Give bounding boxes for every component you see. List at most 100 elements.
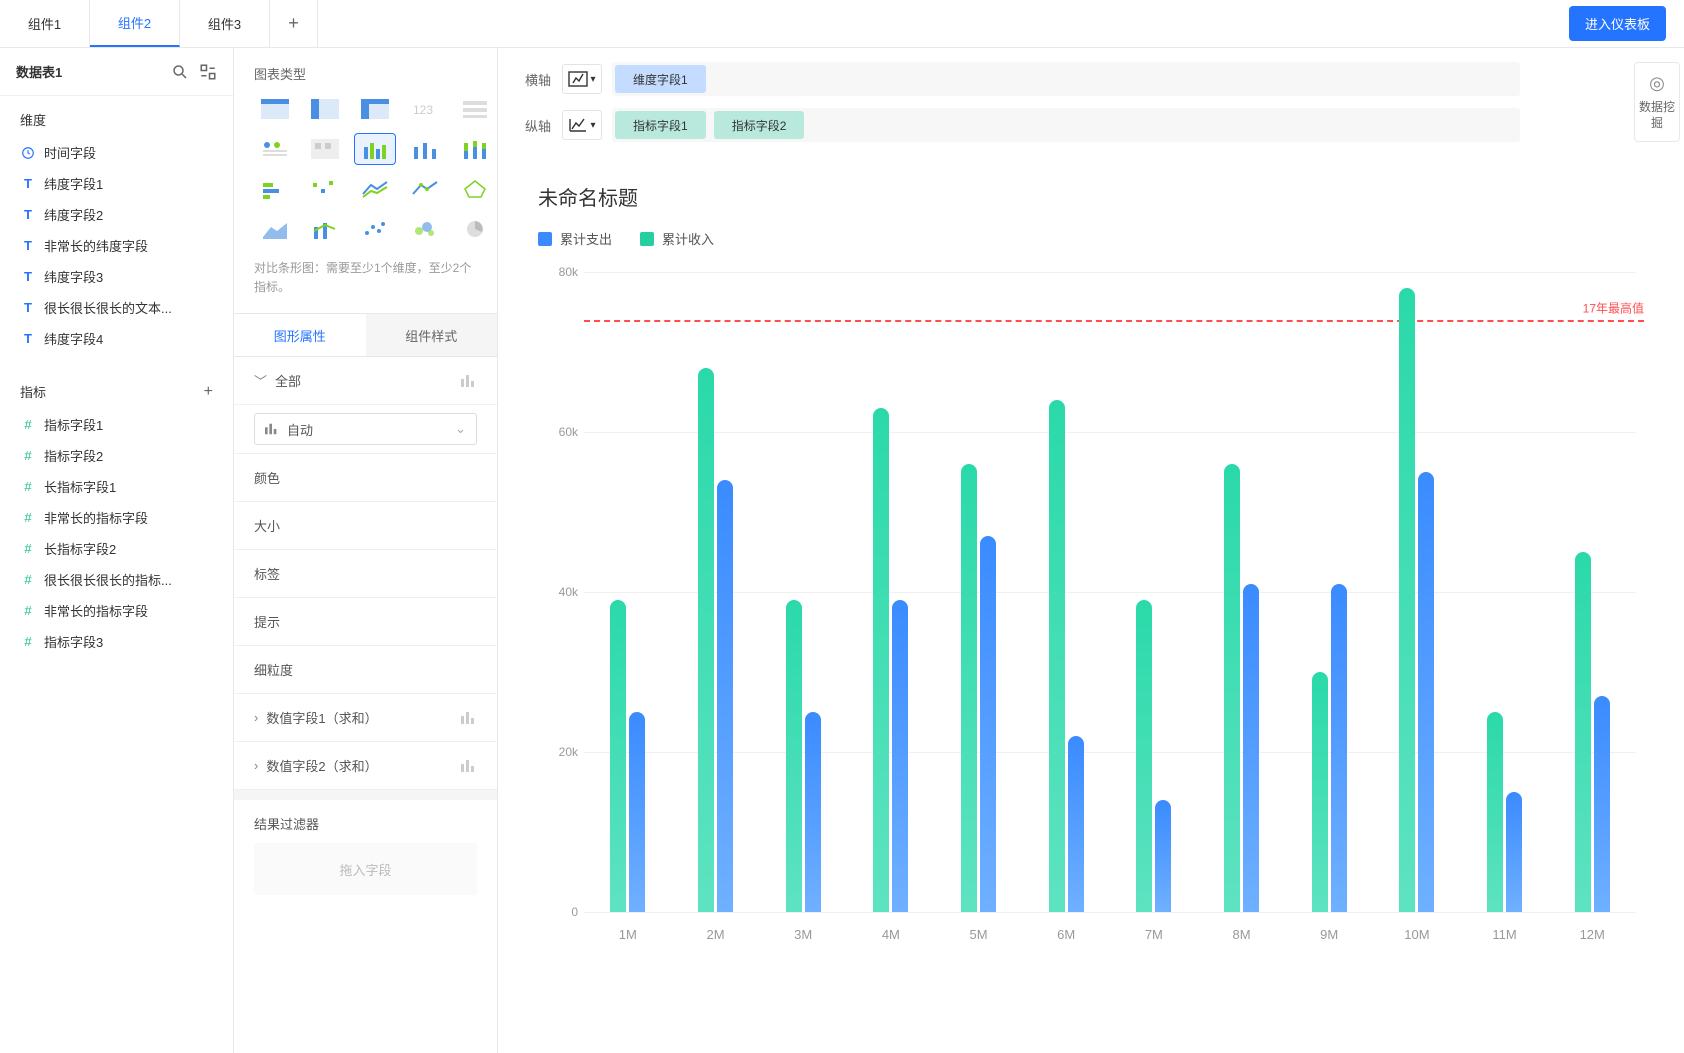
bar[interactable] bbox=[1243, 584, 1259, 912]
dimension-field[interactable]: T纬度字段4 bbox=[8, 323, 225, 354]
chart-type-option[interactable] bbox=[354, 133, 396, 165]
bar[interactable] bbox=[892, 600, 908, 912]
field-label: 纬度字段3 bbox=[44, 267, 103, 286]
bar[interactable] bbox=[1155, 800, 1171, 912]
field-label: 非常长的指标字段 bbox=[44, 508, 148, 527]
prop-all[interactable]: ﹀ 全部 bbox=[234, 357, 497, 405]
chart-type-option[interactable] bbox=[404, 213, 446, 245]
bar[interactable] bbox=[961, 464, 977, 912]
bar[interactable] bbox=[1506, 792, 1522, 912]
dimension-field[interactable]: T很长很长很长的文本... bbox=[8, 292, 225, 323]
prop-row[interactable]: 细粒度 bbox=[234, 646, 497, 694]
chart-type-option[interactable] bbox=[304, 213, 346, 245]
swap-icon[interactable] bbox=[199, 63, 217, 81]
bar[interactable] bbox=[698, 368, 714, 912]
bar[interactable] bbox=[786, 600, 802, 912]
field-label: 非常长的指标字段 bbox=[44, 601, 148, 620]
bar[interactable] bbox=[805, 712, 821, 912]
bar[interactable] bbox=[1418, 472, 1434, 912]
metric-field[interactable]: #很长很长很长的指标... bbox=[8, 564, 225, 595]
chart-type-option[interactable]: 123 bbox=[404, 93, 446, 125]
chart-type-option[interactable] bbox=[404, 173, 446, 205]
prop-all-label: 全部 bbox=[275, 371, 301, 390]
prop-row[interactable]: 颜色 bbox=[234, 454, 497, 502]
add-metric-icon[interactable]: + bbox=[204, 383, 213, 401]
dimension-field[interactable]: T非常长的纬度字段 bbox=[8, 230, 225, 261]
bar[interactable] bbox=[1224, 464, 1240, 912]
dimension-field[interactable]: T纬度字段1 bbox=[8, 168, 225, 199]
bar[interactable] bbox=[1594, 696, 1610, 912]
tab-add[interactable]: + bbox=[270, 0, 318, 47]
data-mining-button[interactable]: ◎ 数据挖掘 bbox=[1634, 62, 1680, 142]
enter-dashboard-button[interactable]: 进入仪表板 bbox=[1569, 6, 1666, 41]
metric-field[interactable]: #指标字段3 bbox=[8, 626, 225, 657]
tab-component-2[interactable]: 组件2 bbox=[90, 0, 180, 47]
data-panel: 数据表1 维度 时间字段T纬度字段1T纬度字段2T非常长的纬度字段T纬度字段3T… bbox=[0, 48, 234, 1053]
chart-type-option[interactable] bbox=[254, 173, 296, 205]
chart-type-option[interactable] bbox=[454, 93, 496, 125]
bar[interactable] bbox=[1068, 736, 1084, 912]
bar[interactable] bbox=[1136, 600, 1152, 912]
x-axis-chip[interactable]: 维度字段1 bbox=[615, 65, 706, 93]
bar[interactable] bbox=[1312, 672, 1328, 912]
tab-component-style[interactable]: 组件样式 bbox=[366, 314, 498, 356]
legend-item-2[interactable]: 累计收入 bbox=[640, 229, 714, 248]
bar[interactable] bbox=[1487, 712, 1503, 912]
chart-type-option[interactable] bbox=[454, 133, 496, 165]
auto-select-row: 自动 ⌄ bbox=[234, 405, 497, 454]
bar[interactable] bbox=[717, 480, 733, 912]
chart-type-option[interactable] bbox=[304, 133, 346, 165]
text-icon: T bbox=[20, 176, 36, 192]
dimension-field[interactable]: T 纬度字段3 bbox=[8, 261, 225, 292]
metric-field[interactable]: #长指标字段2 bbox=[8, 533, 225, 564]
chart-type-option[interactable] bbox=[254, 93, 296, 125]
chart-type-option[interactable] bbox=[354, 173, 396, 205]
numeric-field-row[interactable]: ›数值字段2（求和） bbox=[234, 742, 497, 790]
bar[interactable] bbox=[1331, 584, 1347, 912]
chart-type-option[interactable] bbox=[354, 213, 396, 245]
bar[interactable] bbox=[1049, 400, 1065, 912]
x-axis-dropzone[interactable]: 维度字段1 bbox=[612, 62, 1520, 96]
prop-row[interactable]: 标签 bbox=[234, 550, 497, 598]
chart-type-option[interactable] bbox=[354, 93, 396, 125]
chart-type-option[interactable] bbox=[254, 133, 296, 165]
x-axis-label: 横轴 bbox=[514, 70, 562, 89]
chart-type-option[interactable] bbox=[404, 133, 446, 165]
tab-component-1[interactable]: 组件1 bbox=[0, 0, 90, 47]
prop-row[interactable]: 大小 bbox=[234, 502, 497, 550]
filter-dropzone[interactable]: 拖入字段 bbox=[254, 843, 477, 895]
metric-field[interactable]: #长指标字段1 bbox=[8, 471, 225, 502]
x-tick-label: 4M bbox=[847, 927, 935, 942]
metric-field[interactable]: #指标字段1 bbox=[8, 409, 225, 440]
prop-row[interactable]: 提示 bbox=[234, 598, 497, 646]
metric-field[interactable]: #非常长的指标字段 bbox=[8, 595, 225, 626]
bar[interactable] bbox=[1575, 552, 1591, 912]
dimension-field[interactable]: T纬度字段2 bbox=[8, 199, 225, 230]
bar[interactable] bbox=[610, 600, 626, 912]
chart-type-option[interactable] bbox=[304, 173, 346, 205]
y-axis-chip-2[interactable]: 指标字段2 bbox=[714, 111, 805, 139]
x-axis-type-icon[interactable]: ▾ bbox=[562, 64, 602, 94]
chart-type-option[interactable] bbox=[454, 213, 496, 245]
y-axis-dropzone[interactable]: 指标字段1 指标字段2 bbox=[612, 108, 1520, 142]
bar[interactable] bbox=[1399, 288, 1415, 912]
tab-component-3[interactable]: 组件3 bbox=[180, 0, 270, 47]
auto-select[interactable]: 自动 ⌄ bbox=[254, 413, 477, 445]
chart-type-option[interactable] bbox=[454, 173, 496, 205]
y-axis-type-icon[interactable]: ▾ bbox=[562, 110, 602, 140]
tab-graphic-props[interactable]: 图形属性 bbox=[234, 314, 366, 356]
chart-type-option[interactable] bbox=[254, 213, 296, 245]
numeric-field-row[interactable]: ›数值字段1（求和） bbox=[234, 694, 497, 742]
metric-field[interactable]: #非常长的指标字段 bbox=[8, 502, 225, 533]
bar[interactable] bbox=[980, 536, 996, 912]
bar[interactable] bbox=[629, 712, 645, 912]
search-icon[interactable] bbox=[171, 63, 189, 81]
y-axis-chip-1[interactable]: 指标字段1 bbox=[615, 111, 706, 139]
metric-field[interactable]: #指标字段2 bbox=[8, 440, 225, 471]
chart-type-option[interactable] bbox=[304, 93, 346, 125]
bar[interactable] bbox=[873, 408, 889, 912]
legend-item-1[interactable]: 累计支出 bbox=[538, 229, 612, 248]
dimension-field[interactable]: 时间字段 bbox=[8, 137, 225, 168]
bar-style-icon bbox=[461, 760, 477, 772]
text-icon: T bbox=[20, 269, 36, 285]
